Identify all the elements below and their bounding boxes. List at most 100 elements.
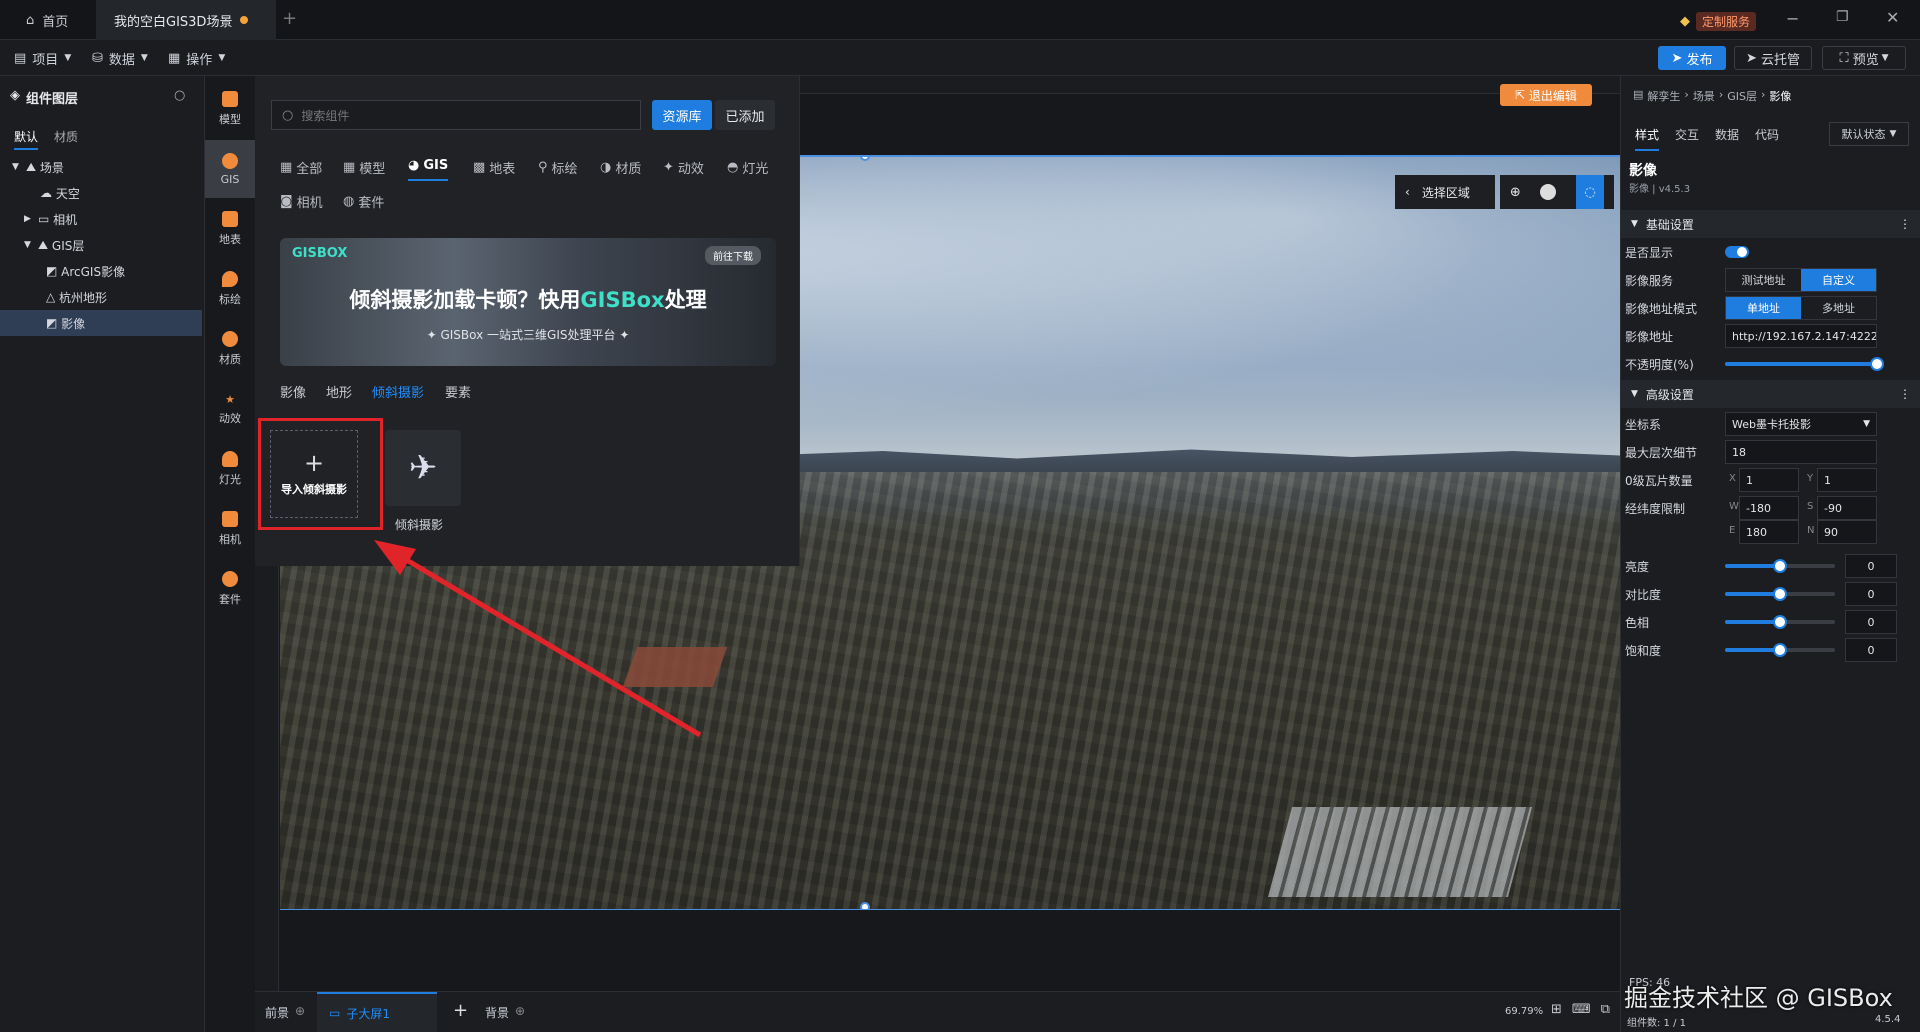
state-select[interactable]: 默认状态 ▼ xyxy=(1829,122,1909,146)
promo-banner[interactable]: GISBOX 前往下载 倾斜摄影加载卡顿？快用GISBox处理 ✦ GISBox… xyxy=(280,238,776,366)
bound-south-input[interactable]: -90 xyxy=(1817,496,1877,520)
section-basic[interactable]: ▼ 基础设置 ⋮ xyxy=(1621,210,1920,238)
subtab-terrain[interactable]: 地形 xyxy=(326,382,352,401)
tab-added[interactable]: 已添加 xyxy=(715,100,775,130)
search-icon[interactable]: ○ xyxy=(174,88,185,103)
tab-code[interactable]: 代码 xyxy=(1755,126,1779,143)
crs-select[interactable]: Web墨卡托投影 ▼ xyxy=(1725,412,1877,436)
category-camera[interactable]: ◙ 相机 xyxy=(280,192,323,211)
category-model[interactable]: 模型 xyxy=(205,80,255,138)
menu-operate[interactable]: ▦ 操作 ▼ xyxy=(168,46,225,70)
category-gis[interactable]: GIS xyxy=(205,140,255,198)
opacity-slider[interactable] xyxy=(1725,357,1884,371)
service-segmented[interactable]: 测试地址 自定义 xyxy=(1725,268,1877,292)
saturation-slider[interactable] xyxy=(1725,643,1835,657)
tab-material[interactable]: 材质 xyxy=(54,128,78,145)
custom-service-button[interactable]: ◆ 定制服务 xyxy=(1680,12,1757,31)
subtab-feature[interactable]: 要素 xyxy=(445,382,471,401)
category-plot[interactable]: 标绘 xyxy=(205,260,255,318)
section-advanced[interactable]: ▼ 高级设置 ⋮ xyxy=(1621,380,1920,408)
category-surface[interactable]: ▩ 地表 xyxy=(473,158,515,177)
background-tab[interactable]: 背景 ⊕ xyxy=(485,1004,525,1021)
category-all[interactable]: ▦ 全部 xyxy=(280,158,322,177)
tree-item-terrain[interactable]: △ 杭州地形 xyxy=(0,284,202,310)
minimize-icon[interactable]: − xyxy=(1786,9,1799,28)
foreground-tab[interactable]: 前景 ⊕ xyxy=(265,1004,305,1021)
publish-button[interactable]: ➤ 发布 xyxy=(1658,46,1726,70)
tab-data[interactable]: 数据 xyxy=(1715,126,1739,143)
hue-input[interactable]: 0 xyxy=(1845,610,1897,634)
rotate-icon[interactable]: ◌ xyxy=(1576,175,1605,209)
category-effect[interactable]: ★ 动效 xyxy=(205,380,255,438)
add-circle-icon[interactable]: ⊕ xyxy=(515,1004,525,1021)
globe-icon[interactable]: ⊕ xyxy=(1510,185,1521,200)
category-kit[interactable]: ◍ 套件 xyxy=(343,192,384,211)
subtab-oblique[interactable]: 倾斜摄影 xyxy=(372,382,424,401)
oblique-item-thumbnail[interactable]: ✈ xyxy=(385,430,461,506)
exit-edit-button[interactable]: ⇱ 退出编辑 xyxy=(1500,84,1592,106)
maximize-icon[interactable]: ❐ xyxy=(1836,9,1849,25)
tab-interaction[interactable]: 交互 xyxy=(1675,126,1699,143)
add-circle-icon[interactable]: ⊕ xyxy=(295,1004,305,1021)
category-model[interactable]: ▦ 模型 xyxy=(343,158,385,177)
model-icon xyxy=(222,91,238,107)
contrast-slider[interactable] xyxy=(1725,587,1835,601)
fit-icon[interactable]: ⊞ xyxy=(1551,1002,1562,1017)
select-region-toolbar[interactable]: ‹ 选择区域 xyxy=(1395,175,1495,209)
more-icon[interactable]: ⋮ xyxy=(1899,217,1911,231)
tree-item-arcgis[interactable]: ◩ ArcGIS影像 xyxy=(0,258,202,284)
category-material[interactable]: 材质 xyxy=(205,320,255,378)
cloud-host-button[interactable]: ➤ 云托管 xyxy=(1734,46,1812,70)
screen-tab-1[interactable]: ▭ 子大屏1 xyxy=(317,992,437,1032)
screen-icon[interactable]: ⧉ xyxy=(1601,1002,1610,1017)
resize-handle-bottom[interactable] xyxy=(860,902,870,909)
keyboard-icon[interactable]: ⌨ xyxy=(1572,1002,1591,1017)
tiles-y-input[interactable]: 1 xyxy=(1817,468,1877,492)
visible-toggle[interactable] xyxy=(1725,246,1749,258)
tab-home[interactable]: ⌂ 首页 xyxy=(8,0,86,40)
hue-slider[interactable] xyxy=(1725,615,1835,629)
close-icon[interactable]: ✕ xyxy=(1886,8,1899,27)
brightness-input[interactable]: 0 xyxy=(1845,554,1897,578)
preview-button[interactable]: ⛶ 预览 ▼ xyxy=(1822,46,1906,70)
tree-item-sky[interactable]: ☁ 天空 xyxy=(0,180,202,206)
category-light[interactable]: 灯光 xyxy=(205,440,255,498)
new-tab-icon[interactable]: + xyxy=(282,8,297,29)
max-level-input[interactable]: 18 xyxy=(1725,440,1877,464)
contrast-input[interactable]: 0 xyxy=(1845,582,1897,606)
category-surface[interactable]: 地表 xyxy=(205,200,255,258)
category-kit[interactable]: 套件 xyxy=(205,560,255,618)
category-effect[interactable]: ✦ 动效 xyxy=(663,158,704,177)
bound-east-input[interactable]: 180 xyxy=(1739,520,1799,544)
tab-resource-library[interactable]: 资源库 xyxy=(652,100,712,130)
tree-item-gis-layer[interactable]: ▼ ⛰ GIS层 xyxy=(0,232,202,258)
add-screen-icon[interactable]: + xyxy=(453,1000,468,1021)
menu-data[interactable]: ⛁ 数据 ▼ xyxy=(92,46,148,70)
url-input[interactable]: http://192.167.2.147:42225/distributi xyxy=(1725,324,1877,348)
bound-west-input[interactable]: -180 xyxy=(1739,496,1799,520)
category-camera[interactable]: 相机 xyxy=(205,500,255,558)
banner-download-badge[interactable]: 前往下载 xyxy=(705,246,761,265)
brightness-slider[interactable] xyxy=(1725,559,1835,573)
zoom-level[interactable]: 69.79% xyxy=(1505,1006,1543,1017)
subtab-imagery[interactable]: 影像 xyxy=(280,382,306,401)
category-plot[interactable]: ⚲ 标绘 xyxy=(538,158,578,177)
bound-north-input[interactable]: 90 xyxy=(1817,520,1877,544)
tree-item-scene[interactable]: ▼ ⛰ 场景 xyxy=(0,154,202,180)
more-icon[interactable]: ⋮ xyxy=(1899,387,1911,401)
saturation-input[interactable]: 0 xyxy=(1845,638,1897,662)
category-gis[interactable]: ◕ GIS xyxy=(408,158,449,181)
sphere-icon[interactable] xyxy=(1540,184,1557,200)
menu-project[interactable]: ▤ 项目 ▼ xyxy=(14,46,71,70)
search-input[interactable]: ○ 搜索组件 xyxy=(271,100,641,130)
url-mode-segmented[interactable]: 单地址 多地址 xyxy=(1725,296,1877,320)
tab-project[interactable]: 我的空白GIS3D场景 xyxy=(96,0,276,40)
category-light[interactable]: ◓ 灯光 xyxy=(727,158,768,177)
category-material[interactable]: ◑ 材质 xyxy=(600,158,641,177)
tab-default[interactable]: 默认 xyxy=(14,128,39,150)
tab-style[interactable]: 样式 xyxy=(1635,126,1660,151)
tiles-x-input[interactable]: 1 xyxy=(1739,468,1799,492)
tree-item-imagery[interactable]: ◩ 影像 xyxy=(0,310,202,336)
tree-item-camera[interactable]: ▶ ▭ 相机 xyxy=(0,206,202,232)
import-oblique-button[interactable]: + 导入倾斜摄影 xyxy=(270,430,358,518)
